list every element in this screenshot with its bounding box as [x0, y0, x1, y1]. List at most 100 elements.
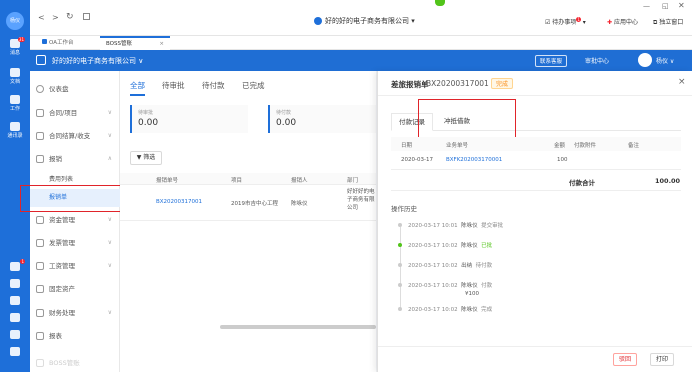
- history-person: 陈咏仪: [461, 223, 478, 229]
- rail-item-messages[interactable]: 消息 31: [0, 37, 30, 56]
- fund-icon: [36, 216, 44, 224]
- back-icon[interactable]: <: [38, 13, 45, 22]
- rail-tool-4[interactable]: [0, 313, 30, 323]
- minimize-icon[interactable]: —: [643, 2, 650, 10]
- menu-invoice[interactable]: 发票管理 ∨: [30, 234, 120, 252]
- menu-settlement[interactable]: 合同结算/收支 ∨: [30, 127, 120, 145]
- menu-report[interactable]: 报表: [30, 327, 120, 345]
- app-center-label: 应用中心: [613, 19, 638, 26]
- close-icon[interactable]: ×: [678, 77, 686, 87]
- todo-button[interactable]: ☑ 待办事项1 ▾: [545, 17, 586, 26]
- contacts-icon: [10, 122, 20, 131]
- history-action: 已批: [481, 243, 493, 249]
- drag-handle[interactable]: [435, 0, 445, 6]
- oa-icon: [42, 39, 47, 44]
- chevron-down-icon: ∨: [107, 262, 112, 269]
- tab-pending-payment[interactable]: 待付款: [202, 80, 225, 91]
- rail-tool-2[interactable]: [0, 279, 30, 289]
- rail-item-work[interactable]: 工作: [0, 95, 30, 112]
- column-header: 部门: [347, 178, 359, 184]
- app-header: 好的好的电子商务有限公司 ∨ 联系客服 审批中心 杨仪 ∨: [30, 50, 692, 71]
- refresh-icon[interactable]: ↻: [66, 12, 74, 22]
- menu-contract[interactable]: 合同/项目 ∨: [30, 104, 120, 122]
- chat-icon: [10, 313, 20, 322]
- maximize-icon[interactable]: ◱: [662, 2, 669, 10]
- payment-total-row: 付款合计 100.00: [391, 169, 681, 191]
- timeline-dot: [398, 307, 402, 311]
- history-person: 陈咏仪: [461, 283, 478, 289]
- drawer-footer-divider: [378, 346, 692, 347]
- history-person: 出纳: [461, 263, 473, 269]
- menu-label: 报销: [49, 155, 62, 163]
- table-row[interactable]: BX20200317001 2019市吉中心工程 陈咏仪 好好好的电子商务有限公…: [120, 185, 376, 221]
- rail-tool-5[interactable]: [0, 330, 30, 340]
- column-header: 付款附件: [574, 143, 597, 149]
- row-biz-no[interactable]: BXFK202003170001: [446, 157, 502, 163]
- tab-all[interactable]: 全部: [130, 80, 145, 96]
- total-value: 100.00: [655, 177, 681, 185]
- menu-finance[interactable]: 财务处理 ∨: [30, 304, 120, 322]
- menu-salary[interactable]: 工资管理 ∨: [30, 257, 120, 275]
- close-tab-icon[interactable]: ×: [159, 38, 164, 50]
- horizontal-scrollbar[interactable]: [220, 325, 376, 329]
- app-center-button[interactable]: ✚ 应用中心: [607, 17, 638, 26]
- reimburse-list: 全部 待审批 待付款 已完成 待审批 0.00 待付款 0.00 ▼ 筛选 报销…: [120, 71, 376, 372]
- chevron-down-icon: ∨: [107, 132, 112, 139]
- header-company-switcher[interactable]: 好的好的电子商务有限公司 ∨: [52, 56, 143, 66]
- mobile-icon: [10, 347, 20, 356]
- app-logo-icon: [36, 55, 46, 65]
- new-window-icon[interactable]: [83, 13, 90, 20]
- summary-card-approval[interactable]: 待审批 0.00: [130, 105, 248, 133]
- rail-item-docs[interactable]: 文档: [0, 68, 30, 85]
- chevron-down-icon: ∨: [107, 239, 112, 246]
- rail-item-contacts[interactable]: 通讯录: [0, 122, 30, 139]
- menu-label: 费用列表: [49, 176, 74, 183]
- card-value: 0.00: [276, 118, 297, 128]
- column-header: 日期: [401, 143, 413, 149]
- history-person: 陈咏仪: [461, 243, 478, 249]
- row-project: 2019市吉中心工程: [231, 201, 278, 207]
- drawer-divider: [378, 95, 692, 96]
- rail-label: 消息: [9, 50, 20, 56]
- forward-icon[interactable]: >: [52, 13, 59, 22]
- print-button[interactable]: 打印: [650, 353, 674, 366]
- filter-button[interactable]: ▼ 筛选: [130, 151, 162, 165]
- history-time: 2020-03-17 10:01: [408, 223, 458, 229]
- tab-label: BOSS管账: [106, 41, 132, 47]
- grid-icon: [10, 95, 20, 104]
- approval-center-link[interactable]: 审批中心: [585, 56, 609, 65]
- rail-avatar[interactable]: 杨仪: [6, 12, 24, 30]
- contact-support-button[interactable]: 联系客服: [535, 55, 568, 67]
- summary-card-payment[interactable]: 待付款 0.00: [268, 105, 376, 133]
- timeline-dot: [398, 283, 402, 287]
- close-window-icon[interactable]: ✕: [678, 1, 685, 10]
- history-item: 2020-03-17 10:02 陈咏仪 付款: [408, 281, 492, 289]
- timeline-line: [400, 227, 401, 309]
- user-menu[interactable]: 杨仪 ∨: [656, 56, 674, 65]
- filter-label: 筛选: [143, 154, 156, 161]
- history-action: 提交审批: [481, 223, 504, 229]
- tab-pending-approval[interactable]: 待审批: [162, 80, 185, 91]
- tab-oa[interactable]: OA工作台: [36, 36, 80, 50]
- tab-boss[interactable]: BOSS管账 ×: [100, 36, 170, 50]
- tab-completed[interactable]: 已完成: [242, 80, 265, 91]
- row-bill-no[interactable]: BX20200317001: [156, 199, 202, 205]
- menu-fund[interactable]: 资金管理 ∨: [30, 211, 120, 229]
- chevron-up-icon: ∧: [107, 155, 112, 162]
- menu-asset[interactable]: 固定资产: [30, 280, 120, 298]
- tab-label: OA工作台: [49, 40, 74, 46]
- company-switcher[interactable]: 好的好的电子商务有限公司 ▾: [325, 16, 415, 26]
- rail-badge: 31: [17, 37, 25, 42]
- menu-label: 仪表盘: [49, 85, 69, 93]
- menu-reimburse[interactable]: 报销 ∧: [30, 150, 120, 168]
- rail-tool-1[interactable]: 1: [0, 259, 30, 272]
- menu-dashboard[interactable]: 仪表盘: [30, 80, 120, 98]
- rail-tool-6[interactable]: [0, 347, 30, 357]
- history-action: 待付款: [475, 263, 493, 269]
- user-avatar[interactable]: [638, 53, 652, 67]
- rail-tool-3[interactable]: [0, 296, 30, 306]
- standalone-button[interactable]: ⧉ 独立窗口: [653, 17, 683, 27]
- chevron-down-icon: ∨: [107, 309, 112, 316]
- reject-button[interactable]: 驳回: [613, 353, 637, 366]
- asset-icon: [36, 285, 44, 293]
